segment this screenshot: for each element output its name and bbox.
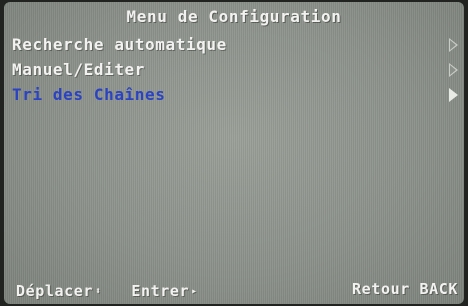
tv-frame: Menu de Configuration Recherche automati…: [0, 0, 468, 306]
footer-hints: Déplacer ⬍ Entrer ▸ Retour BACK: [4, 279, 464, 303]
menu-item-label: Tri des Chaînes: [12, 85, 166, 104]
menu-item-label: Recherche automatique: [12, 35, 227, 54]
menu-list: Recherche automatique Manuel/Editer Tri …: [4, 32, 464, 107]
up-down-arrow-icon: ⬍: [95, 286, 102, 297]
hint-enter-label: Entrer: [131, 282, 190, 300]
chevron-right-icon: [449, 38, 458, 52]
menu-title: Menu de Configuration: [126, 7, 342, 26]
menu-item-label: Manuel/Editer: [12, 60, 146, 79]
menu-item-tri-des-chaines[interactable]: Tri des Chaînes: [4, 82, 464, 107]
footer-left: Déplacer ⬍ Entrer ▸: [16, 282, 218, 300]
hint-move-label: Déplacer: [16, 282, 94, 300]
hint-enter: Entrer ▸: [131, 282, 197, 300]
chevron-right-icon: [449, 88, 458, 102]
right-arrow-icon: ▸: [191, 286, 198, 297]
menu-item-manuel-editer[interactable]: Manuel/Editer: [4, 57, 464, 82]
hint-move: Déplacer ⬍: [16, 282, 102, 300]
osd-screen: Menu de Configuration Recherche automati…: [4, 2, 464, 304]
chevron-right-icon: [449, 63, 458, 77]
menu-item-recherche-automatique[interactable]: Recherche automatique: [4, 32, 464, 57]
hint-back: Retour BACK: [352, 280, 458, 298]
